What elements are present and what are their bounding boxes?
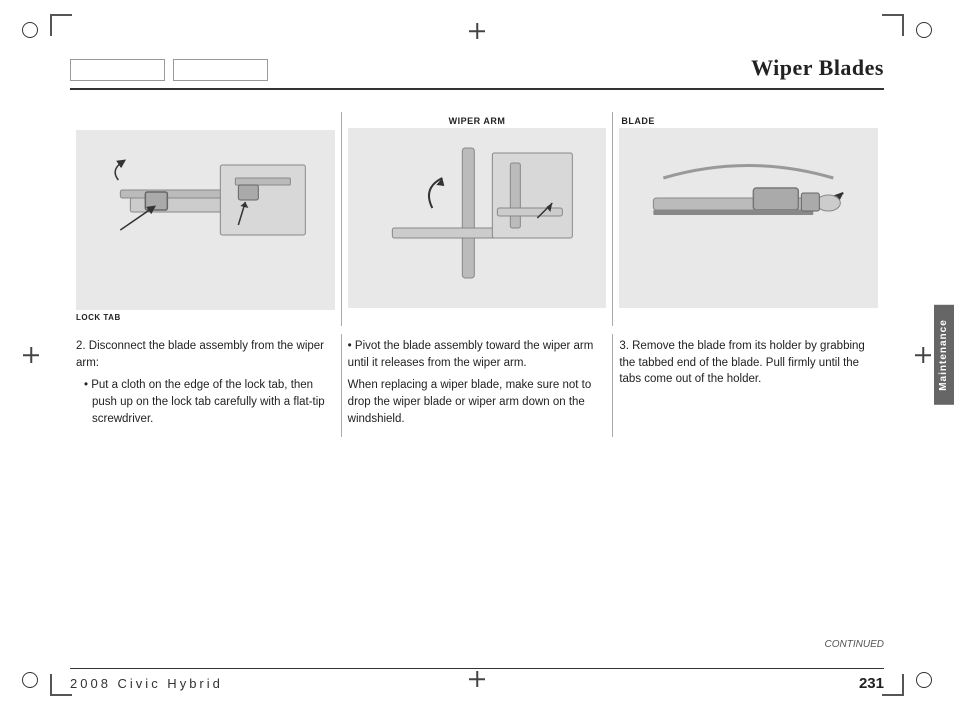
- reg-mark-tr: [906, 18, 936, 48]
- illus-col-2: WIPER ARM: [342, 112, 614, 326]
- crosshair-top: [469, 23, 485, 39]
- reg-mark-br: [906, 662, 936, 692]
- corner-bracket-bl: [50, 674, 72, 696]
- text-content: 2. Disconnect the blade assembly from th…: [70, 334, 884, 437]
- illustrations: LOCK TAB WIPER ARM: [70, 112, 884, 326]
- text-col-1-p1: 2. Disconnect the blade assembly from th…: [76, 338, 331, 371]
- lock-tab-label: LOCK TAB: [76, 313, 335, 322]
- text-col-3: 3. Remove the blade from its holder by g…: [613, 334, 884, 437]
- page-footer: 2008 Civic Hybrid 231: [70, 668, 884, 692]
- section-title: Wiper Blades: [751, 55, 884, 81]
- illus-box-2: [348, 128, 607, 308]
- text-col-1-bullet: • Put a cloth on the edge of the lock ta…: [84, 377, 331, 427]
- reg-mark-tl: [18, 18, 48, 48]
- continued-text: CONTINUED: [70, 639, 884, 650]
- illus-box-1: [76, 130, 335, 310]
- illus-col-3: BLADE: [613, 112, 884, 326]
- header-box-2: [173, 59, 268, 81]
- text-col-2: • Pivot the blade assembly toward the wi…: [342, 334, 614, 437]
- text-col-1: 2. Disconnect the blade assembly from th…: [70, 334, 342, 437]
- footer-model: 2008 Civic Hybrid: [70, 676, 223, 691]
- footer-page-number: 231: [859, 675, 884, 692]
- text-col-2-p2: When replacing a wiper blade, make sure …: [348, 377, 603, 427]
- corner-bracket-tl: [50, 14, 72, 36]
- content-area: LOCK TAB WIPER ARM: [70, 100, 884, 650]
- page-header: Wiper Blades: [70, 55, 884, 81]
- reg-mark-bl: [18, 662, 48, 692]
- header-boxes: [70, 59, 268, 81]
- text-col-2-p1: • Pivot the blade assembly toward the wi…: [348, 338, 603, 371]
- text-col-3-p1: 3. Remove the blade from its holder by g…: [619, 338, 874, 388]
- corner-bracket-br: [882, 674, 904, 696]
- crosshair-right: [915, 347, 931, 363]
- wiper-arm-label: WIPER ARM: [342, 112, 613, 126]
- crosshair-left: [23, 347, 39, 363]
- maintenance-tab: Maintenance: [934, 305, 954, 405]
- header-box-1: [70, 59, 165, 81]
- continued-area: CONTINUED: [70, 625, 884, 650]
- illus-box-3: [619, 128, 878, 308]
- blade-label: BLADE: [613, 112, 884, 126]
- corner-bracket-tr: [882, 14, 904, 36]
- illus-col-1: LOCK TAB: [70, 112, 342, 326]
- header-line: [70, 88, 884, 90]
